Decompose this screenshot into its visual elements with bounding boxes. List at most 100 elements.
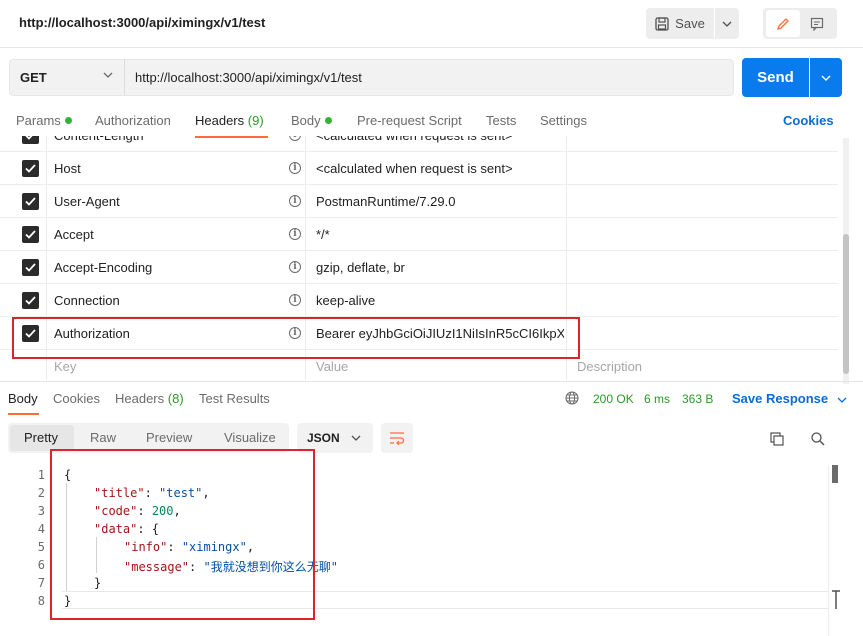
tab-body[interactable]: Body <box>291 113 332 128</box>
header-key: Host <box>54 161 81 176</box>
format-visualize[interactable]: Visualize <box>224 430 276 445</box>
header-enable-cell <box>0 185 47 218</box>
status-code[interactable]: 200 OK <box>593 392 634 406</box>
save-response-button[interactable]: Save Response <box>732 391 847 406</box>
tab-params[interactable]: Params <box>16 113 72 128</box>
pane-divider[interactable] <box>0 381 863 382</box>
header-enable-checkbox[interactable] <box>22 292 39 309</box>
response-tab-headers[interactable]: Headers (8) <box>115 391 184 406</box>
header-value: gzip, deflate, br <box>316 260 405 275</box>
info-icon[interactable]: i <box>289 261 301 273</box>
checkmark-icon <box>25 263 36 272</box>
request-title[interactable]: http://localhost:3000/api/ximingx/v1/tes… <box>19 15 265 30</box>
response-tab-cookies[interactable]: Cookies <box>53 391 100 406</box>
status-dot <box>64 117 72 124</box>
header-value-cell[interactable]: PostmanRuntime/7.29.0 <box>306 185 567 218</box>
line-number: 2 <box>37 486 45 500</box>
chevron-down-icon <box>103 72 113 78</box>
info-icon[interactable]: i <box>289 195 301 207</box>
header-enable-cell <box>0 136 47 152</box>
info-icon[interactable]: i <box>289 228 301 240</box>
header-enable-checkbox[interactable] <box>22 136 39 144</box>
tab-pre-request-script[interactable]: Pre-request Script <box>357 113 462 128</box>
description-placeholder[interactable]: Description <box>577 359 642 374</box>
url-input[interactable] <box>124 59 734 96</box>
header-row[interactable]: Accept i */* <box>0 218 838 251</box>
response-tab-test-results[interactable]: Test Results <box>199 391 270 406</box>
format-preview[interactable]: Preview <box>146 430 192 445</box>
header-row[interactable]: User-Agent i PostmanRuntime/7.29.0 <box>0 185 838 218</box>
header-value: keep-alive <box>316 293 376 308</box>
send-options-button[interactable] <box>810 58 842 97</box>
header-key-cell[interactable]: Content-Length i <box>47 136 306 152</box>
active-tab-indicator <box>8 413 39 415</box>
header-key-cell[interactable]: Accept-Encoding i <box>47 251 306 284</box>
header-row[interactable]: Content-Length i <calculated when request … <box>0 136 838 152</box>
chevron-down-icon <box>722 21 732 27</box>
header-key: Accept-Encoding <box>54 260 153 275</box>
header-enable-checkbox[interactable] <box>22 193 39 210</box>
tab-settings[interactable]: Settings <box>540 113 587 128</box>
tab-tests[interactable]: Tests <box>486 113 516 128</box>
line-number: 4 <box>37 522 45 536</box>
header-key: Connection <box>54 293 120 308</box>
documentation-button[interactable] <box>800 10 834 37</box>
wrap-lines-button[interactable] <box>381 423 413 453</box>
highlight-box-response <box>50 449 315 620</box>
header-enable-checkbox[interactable] <box>22 226 39 243</box>
save-options-button[interactable] <box>715 8 739 39</box>
line-number: 1 <box>37 468 45 482</box>
response-tab-body[interactable]: Body <box>8 391 38 406</box>
header-enable-checkbox[interactable] <box>22 259 39 276</box>
status-dot <box>324 117 332 124</box>
line-number: 5 <box>37 540 45 554</box>
save-label: Save <box>675 16 705 31</box>
format-raw[interactable]: Raw <box>90 430 116 445</box>
method-label: GET <box>20 70 47 85</box>
header-row[interactable]: Host i <calculated when request is sent> <box>0 152 838 185</box>
header-value: PostmanRuntime/7.29.0 <box>316 194 456 209</box>
save-button[interactable]: Save <box>646 8 714 39</box>
header-key-cell[interactable]: User-Agent i <box>47 185 306 218</box>
header-row[interactable]: Connection i keep-alive <box>0 284 838 317</box>
header-key-cell[interactable]: Host i <box>47 152 306 185</box>
header-value: */* <box>316 227 330 242</box>
info-icon[interactable]: i <box>289 162 301 174</box>
tab-authorization[interactable]: Authorization <box>95 113 171 128</box>
header-row[interactable]: Accept-Encoding i gzip, deflate, br <box>0 251 838 284</box>
header-value-cell[interactable]: keep-alive <box>306 284 567 317</box>
header-value-cell[interactable]: gzip, deflate, br <box>306 251 567 284</box>
scrollbar-thumb[interactable] <box>843 234 849 374</box>
send-button[interactable]: Send <box>742 58 809 97</box>
cookies-link[interactable]: Cookies <box>783 113 834 128</box>
search-icon[interactable] <box>810 431 826 447</box>
info-icon[interactable]: i <box>289 294 301 306</box>
tab-headers[interactable]: Headers (9) <box>195 113 264 128</box>
header-value-cell[interactable]: */* <box>306 218 567 251</box>
save-icon <box>655 16 669 31</box>
code-scrollbar-thumb[interactable] <box>832 465 838 483</box>
globe-icon[interactable] <box>565 391 579 405</box>
headers-scrollbar[interactable] <box>843 138 849 384</box>
response-time[interactable]: 6 ms <box>644 392 670 406</box>
header-key-cell[interactable]: Accept i <box>47 218 306 251</box>
header-enable-cell <box>0 284 47 317</box>
header-value-cell[interactable]: <calculated when request is sent> <box>306 136 567 152</box>
header-enable-cell <box>0 251 47 284</box>
info-icon[interactable]: i <box>289 136 301 141</box>
checkmark-icon <box>25 296 36 305</box>
comment-icon <box>810 17 824 31</box>
response-size[interactable]: 363 B <box>682 392 713 406</box>
copy-icon[interactable] <box>769 431 785 447</box>
wrap-lines-icon <box>390 432 405 445</box>
header-value-cell[interactable]: <calculated when request is sent> <box>306 152 567 185</box>
header-key: Accept <box>54 227 94 242</box>
header-value: <calculated when request is sent> <box>316 161 513 176</box>
header-enable-checkbox[interactable] <box>22 160 39 177</box>
chevron-down-icon <box>351 435 361 441</box>
format-pretty[interactable]: Pretty <box>24 430 58 445</box>
method-select[interactable]: GET <box>9 59 125 96</box>
edit-mode-button[interactable] <box>766 10 800 37</box>
checkmark-icon <box>25 136 33 140</box>
header-key-cell[interactable]: Connection i <box>47 284 306 317</box>
